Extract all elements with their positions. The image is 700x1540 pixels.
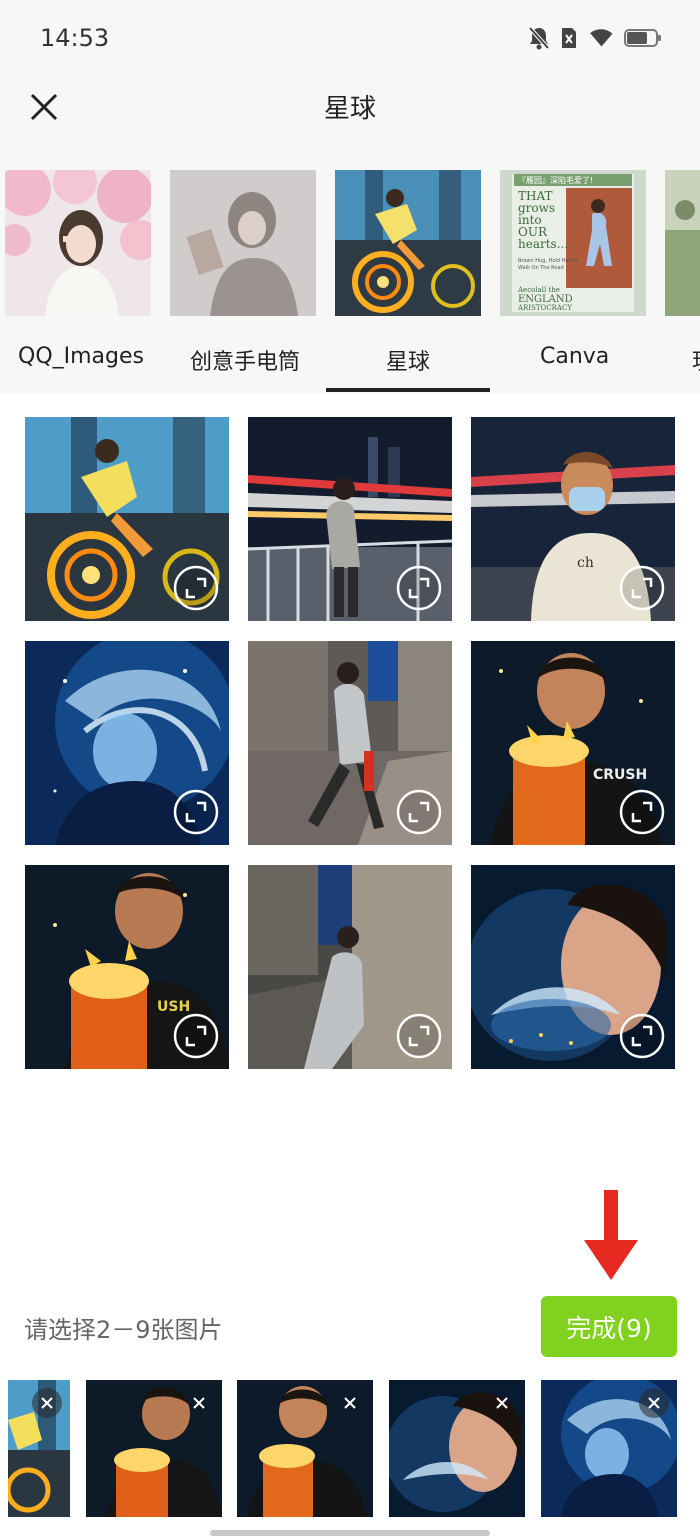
home-indicator[interactable] — [210, 1530, 490, 1536]
poster-line-5: hearts... — [518, 237, 568, 251]
shirt-print-text: CRUSH — [593, 767, 647, 783]
photo-thumb[interactable] — [248, 417, 452, 621]
poster-footer-1: Aecolall the — [517, 286, 560, 294]
close-icon[interactable] — [192, 1396, 206, 1410]
album-cover-partial[interactable] — [665, 170, 700, 316]
status-bar: 14:53 — [0, 0, 700, 72]
album-cover-canva[interactable]: 『雁园』深陷毛爱了! THAT grows into OUR hearts...… — [500, 170, 646, 316]
expand-icon[interactable] — [619, 1013, 665, 1059]
album-cover-planet[interactable] — [335, 170, 481, 316]
photo-thumb[interactable] — [471, 865, 675, 1069]
album-cover-qq-images[interactable] — [5, 170, 151, 316]
selected-thumb[interactable] — [237, 1380, 373, 1517]
nav-bar: 星球 — [0, 72, 700, 166]
poster-caption-1: Brown Hug, Hold Hands. — [518, 258, 579, 264]
remove-button[interactable] — [32, 1388, 62, 1418]
remove-button[interactable] — [335, 1388, 365, 1418]
photo-thumb[interactable]: CRUSH — [471, 641, 675, 845]
expand-icon[interactable] — [396, 789, 442, 835]
selected-thumb[interactable] — [8, 1380, 70, 1517]
expand-icon[interactable] — [173, 1013, 219, 1059]
close-icon[interactable] — [495, 1396, 509, 1410]
close-icon[interactable] — [40, 1396, 54, 1410]
selected-thumb[interactable] — [86, 1380, 222, 1517]
red-arrow-indicator — [584, 1190, 638, 1280]
wifi-icon — [588, 27, 614, 49]
selected-thumb[interactable] — [541, 1380, 677, 1517]
expand-icon[interactable] — [173, 789, 219, 835]
tab-planet[interactable]: 星球 — [386, 344, 430, 376]
active-tab-indicator — [326, 388, 490, 392]
poster-caption-2: Walk On The Road — [518, 265, 564, 271]
battery-icon — [624, 27, 662, 49]
page-title: 星球 — [323, 94, 376, 124]
photo-thumb[interactable] — [25, 641, 229, 845]
tab-qq-images[interactable]: QQ_Images — [18, 344, 144, 369]
status-icons — [528, 26, 662, 50]
photo-thumb[interactable]: USH — [25, 865, 229, 1069]
poster-footer-3: ARISTOCRACY — [517, 304, 572, 312]
selection-prompt: 请选择2－9张图片 — [24, 1316, 223, 1344]
expand-icon[interactable] — [396, 565, 442, 611]
photo-thumb[interactable] — [248, 865, 452, 1069]
sim-x-icon — [560, 26, 578, 50]
photo-thumb[interactable] — [25, 417, 229, 621]
remove-button[interactable] — [639, 1388, 669, 1418]
tab-flashlight[interactable]: 创意手电筒 — [190, 344, 300, 376]
close-icon[interactable] — [647, 1396, 661, 1410]
status-time: 14:53 — [40, 24, 110, 52]
tab-partial[interactable]: 現 — [692, 344, 700, 376]
shirt-logo-text: ch — [577, 555, 594, 571]
selected-photos-strip — [0, 1380, 700, 1517]
expand-icon[interactable] — [173, 565, 219, 611]
bell-muted-icon — [528, 26, 550, 50]
photo-thumb[interactable] — [248, 641, 452, 845]
remove-button[interactable] — [184, 1388, 214, 1418]
tab-canva[interactable]: Canva — [540, 344, 609, 369]
photo-thumb[interactable]: ch — [471, 417, 675, 621]
close-icon[interactable] — [343, 1396, 357, 1410]
expand-icon[interactable] — [619, 565, 665, 611]
poster-banner-text: 『雁园』深陷毛爱了! — [518, 175, 593, 185]
done-button[interactable]: 完成(9) — [541, 1296, 677, 1357]
expand-icon[interactable] — [396, 1013, 442, 1059]
expand-icon[interactable] — [619, 789, 665, 835]
album-cover-flashlight[interactable] — [170, 170, 316, 316]
remove-button[interactable] — [487, 1388, 517, 1418]
album-selector: 『雁园』深陷毛爱了! THAT grows into OUR hearts...… — [0, 166, 700, 394]
selected-thumb[interactable] — [389, 1380, 525, 1517]
